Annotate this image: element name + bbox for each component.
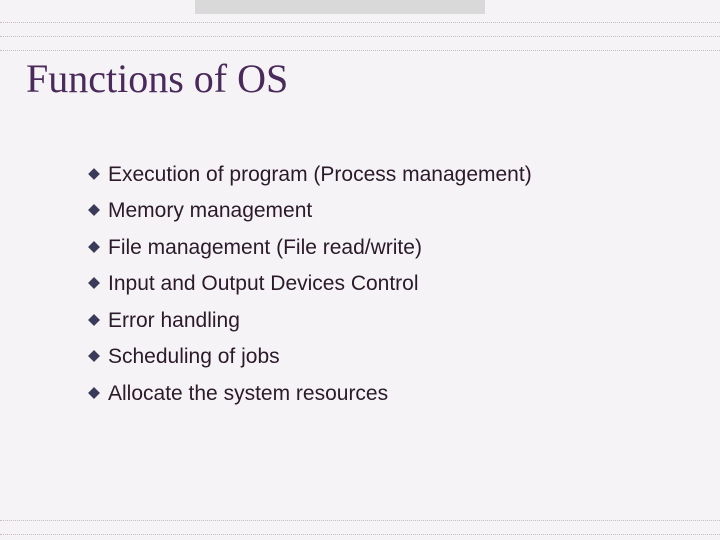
list-item-text: File management (File read/write) xyxy=(108,233,422,263)
list-item: File management (File read/write) xyxy=(88,233,532,263)
bullet-list: Execution of program (Process management… xyxy=(88,160,532,415)
diamond-bullet-icon xyxy=(88,241,100,253)
diamond-bullet-icon xyxy=(88,350,100,362)
list-item-text: Scheduling of jobs xyxy=(108,342,280,372)
list-item: Memory management xyxy=(88,196,532,226)
list-item: Error handling xyxy=(88,306,532,336)
list-item: Allocate the system resources xyxy=(88,379,532,409)
diamond-bullet-icon xyxy=(88,168,100,180)
slide-title: Functions of OS xyxy=(26,55,288,102)
list-item-text: Allocate the system resources xyxy=(108,379,388,409)
list-item: Input and Output Devices Control xyxy=(88,269,532,299)
diamond-bullet-icon xyxy=(88,314,100,326)
list-item-text: Execution of program (Process management… xyxy=(108,160,532,190)
diamond-bullet-icon xyxy=(88,277,100,289)
top-decoration-bar xyxy=(195,0,485,14)
list-item-text: Input and Output Devices Control xyxy=(108,269,419,299)
list-item-text: Error handling xyxy=(108,306,240,336)
list-item-text: Memory management xyxy=(108,196,312,226)
list-item: Scheduling of jobs xyxy=(88,342,532,372)
list-item: Execution of program (Process management… xyxy=(88,160,532,190)
diamond-bullet-icon xyxy=(88,204,100,216)
diamond-bullet-icon xyxy=(88,387,100,399)
